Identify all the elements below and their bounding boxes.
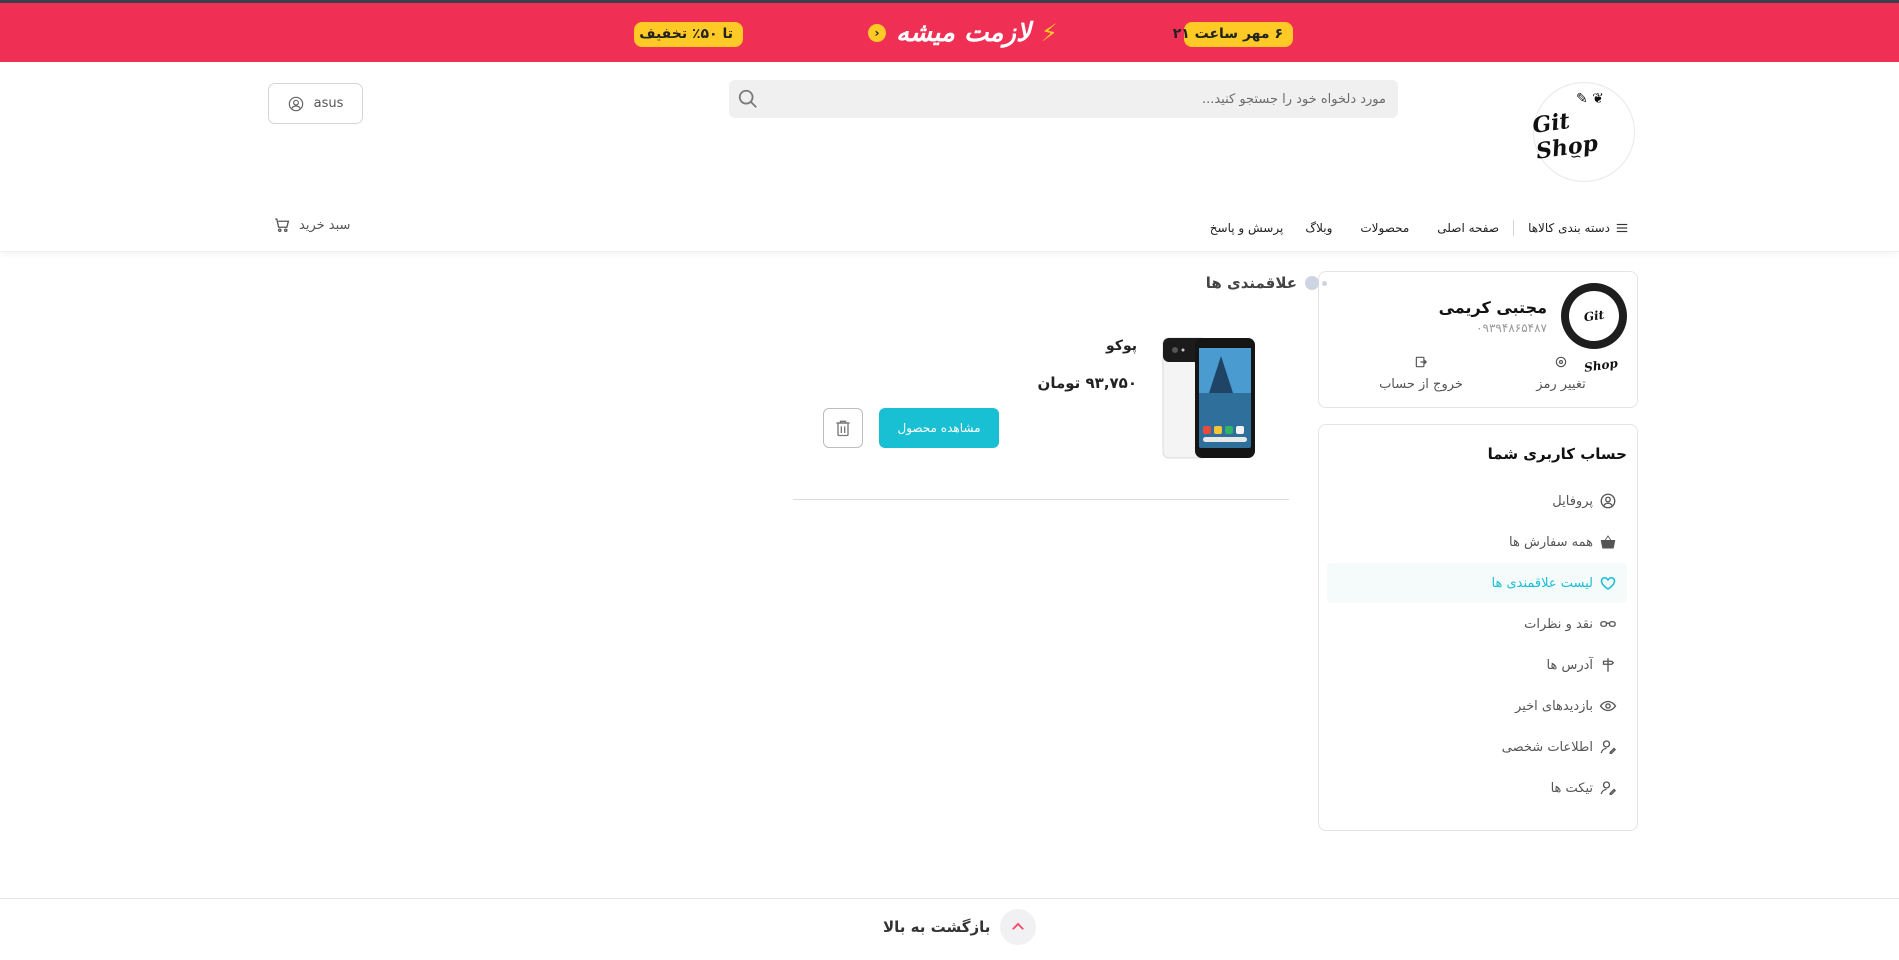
menu-item-label: نقد و نظرات: [1524, 616, 1593, 632]
user-account-button[interactable]: asus: [268, 83, 363, 124]
account-menu: حساب کاربری شما پروفایل همه سفارش ها لیس…: [1318, 424, 1638, 831]
menu-item-label: پروفایل: [1552, 493, 1593, 509]
wishlist-title: علاقمندی ها: [1205, 274, 1297, 292]
promo-headline-text: لازمت میشه: [896, 18, 1031, 48]
footer: بازگشت به بالا: [0, 898, 1899, 960]
logout-button[interactable]: خروج از حساب: [1361, 355, 1481, 392]
nav-divider: [1513, 220, 1515, 236]
delete-button[interactable]: [823, 408, 863, 448]
signpost-icon: [1602, 658, 1615, 672]
glasses-icon: [1600, 621, 1616, 627]
user-circle-icon: [288, 96, 303, 111]
menu-item-addresses[interactable]: آدرس ها: [1327, 645, 1627, 685]
logo-text: Git Shop: [1530, 108, 1600, 165]
avatar-logo-text: Git Shop: [1565, 287, 1623, 375]
menu-item-reviews[interactable]: نقد و نظرات: [1327, 604, 1627, 644]
product-image[interactable]: [1161, 336, 1257, 460]
product-price: ۹۳,۷۵۰ تومان: [1037, 374, 1137, 392]
trash-icon: [836, 420, 850, 437]
profile-phone: ۰۹۳۹۴۸۶۵۴۸۷: [1476, 321, 1547, 335]
site-logo[interactable]: ✎ ❦ Git Shop ∽: [1530, 82, 1635, 182]
date-badge: ۶ مهر ساعت ۲۱: [1173, 22, 1293, 47]
user-edit-icon: [1600, 740, 1617, 755]
section-dots-icon: [1305, 276, 1327, 290]
cart-icon: [275, 218, 290, 233]
user-name-label: asus: [313, 96, 344, 111]
menu-item-personal-info[interactable]: اطلاعات شخصی: [1327, 727, 1627, 767]
menu-item-label: لیست علاقمندی ها: [1491, 575, 1594, 591]
search-icon[interactable]: [737, 88, 759, 110]
menu-item-label: اطلاعات شخصی: [1501, 739, 1593, 755]
discount-badge: تا ۵۰٪ تخفیف: [634, 22, 743, 47]
menu-item-recent-views[interactable]: بازدیدهای اخیر: [1327, 686, 1627, 726]
logout-label: خروج از حساب: [1379, 377, 1463, 392]
menu-item-tickets[interactable]: تیکت ها: [1327, 768, 1627, 808]
logo-swirl-icon: ∽: [1570, 149, 1582, 165]
profile-card: Git Shop مجتبی کریمی ۰۹۳۹۴۸۶۵۴۸۷ تغییر ر…: [1318, 271, 1638, 408]
account-menu-title: حساب کاربری شما: [1487, 445, 1627, 463]
profile-name: مجتبی کریمی: [1438, 298, 1547, 317]
back-to-top-label: بازگشت به بالا: [883, 918, 991, 936]
menu-item-orders[interactable]: همه سفارش ها: [1327, 522, 1627, 562]
logout-icon: [1415, 356, 1428, 368]
view-product-button[interactable]: مشاهده محصول: [879, 408, 999, 448]
chevron-up-icon: [1000, 909, 1037, 945]
menu-item-label: آدرس ها: [1546, 657, 1594, 673]
menu-icon: [1616, 223, 1628, 233]
back-to-top-button[interactable]: بازگشت به بالا: [883, 909, 1037, 945]
nav-categories-label: دسته بندی کالاها: [1528, 221, 1610, 235]
nav-item-faq[interactable]: پرسش و پاسخ: [1210, 221, 1284, 235]
wishlist-divider: [793, 499, 1289, 500]
menu-item-wishlist[interactable]: لیست علاقمندی ها: [1327, 563, 1627, 603]
eye-icon: [1599, 700, 1617, 712]
promo-headline: › لازمت میشه ⚡: [868, 15, 1058, 51]
nav-item-home[interactable]: صفحه اصلی: [1437, 221, 1499, 235]
refresh-lock-icon: [1555, 356, 1567, 368]
basket-icon: [1600, 535, 1616, 549]
chevron-right-icon: ›: [868, 24, 886, 42]
search-input[interactable]: [786, 80, 1386, 118]
avatar: Git Shop: [1561, 283, 1627, 375]
change-password-button[interactable]: تغییر رمز: [1501, 355, 1621, 392]
cart-label: سبد خرید: [299, 217, 351, 233]
promo-banner[interactable]: تا ۵۰٪ تخفیف › لازمت میشه ⚡ ۶ مهر ساعت ۲…: [0, 0, 1899, 62]
search-bar[interactable]: [729, 80, 1398, 118]
change-password-label: تغییر رمز: [1536, 377, 1586, 392]
nav-item-blog[interactable]: وبلاگ: [1305, 221, 1332, 235]
nav-categories[interactable]: دسته بندی کالاها: [1528, 221, 1629, 235]
menu-item-label: تیکت ها: [1550, 780, 1593, 796]
menu-item-label: همه سفارش ها: [1509, 534, 1593, 550]
cart-link[interactable]: سبد خرید: [273, 216, 350, 234]
user-circle-icon: [1600, 493, 1616, 509]
product-name[interactable]: پوکو: [1106, 338, 1137, 354]
lightning-icon: ⚡: [1040, 19, 1058, 47]
menu-item-label: بازدیدهای اخیر: [1515, 698, 1593, 714]
wishlist-header: علاقمندی ها: [1206, 274, 1327, 292]
menu-item-profile[interactable]: پروفایل: [1327, 481, 1627, 521]
user-edit-icon: [1600, 781, 1617, 796]
heart-icon: [1600, 576, 1616, 590]
nav-item-products[interactable]: محصولات: [1360, 221, 1409, 235]
